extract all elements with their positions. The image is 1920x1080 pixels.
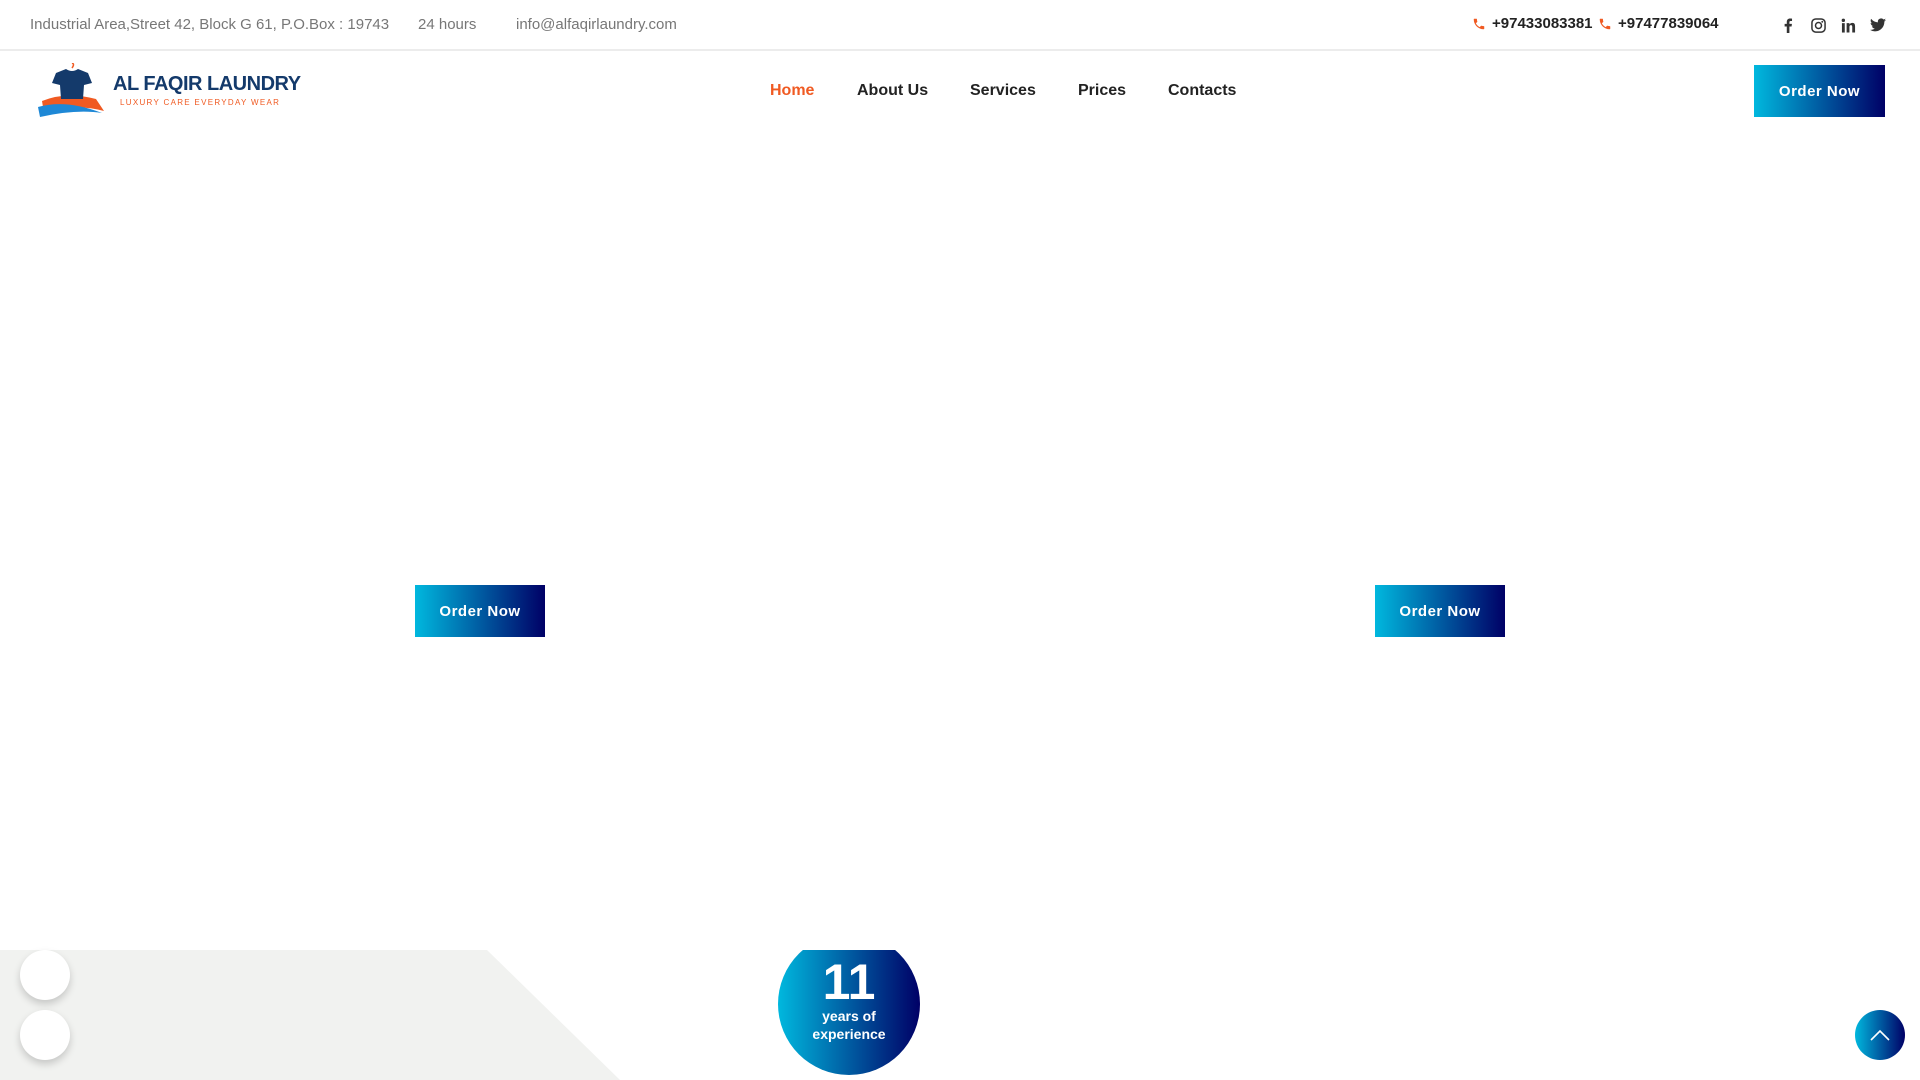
site-logo[interactable]: AL FAQIR LAUNDRY LUXURY CARE EVERYDAY WE… [36,63,301,117]
linkedin-icon[interactable] [1839,16,1857,34]
experience-badge: 11 years of experience [770,950,930,1080]
phone-number: +97433083381 [1492,15,1593,32]
header-order-now-button[interactable]: Order Now [1754,65,1885,117]
scroll-to-top-button[interactable] [1855,1010,1905,1060]
floating-action-button-2[interactable] [20,1010,70,1060]
phone-number: +97477839064 [1618,15,1719,32]
nav-about-us[interactable]: About Us [857,82,928,100]
instagram-icon[interactable] [1809,16,1827,34]
hours-text: 24 hours [418,16,477,33]
nav-services[interactable]: Services [970,82,1036,100]
phone-icon [1599,18,1611,29]
chevron-up-icon [1870,1029,1890,1041]
laundry-logo-icon [38,63,104,117]
phone-link-2[interactable]: +97477839064 [1598,15,1719,32]
logo-title: AL FAQIR LAUNDRY [113,73,301,95]
top-bar: Industrial Area,Street 42, Block G 61, P… [0,0,1920,51]
experience-number: 11 [822,954,876,1010]
nav-contacts[interactable]: Contacts [1168,82,1236,100]
section-background-shape [0,950,620,1080]
experience-label-1: years of [822,1008,876,1024]
email-link[interactable]: info@alfaqirlaundry.com [516,16,677,33]
hero-order-now-button-2[interactable]: Order Now [1375,585,1505,637]
hero-order-now-button-1[interactable]: Order Now [415,585,545,637]
facebook-icon[interactable] [1779,16,1797,34]
phone-icon [1473,18,1485,29]
logo-tagline: LUXURY CARE EVERYDAY WEAR [120,98,281,107]
nav-prices[interactable]: Prices [1078,82,1126,100]
address-text: Industrial Area,Street 42, Block G 61, P… [30,16,390,33]
experience-label-2: experience [812,1026,886,1042]
nav-home[interactable]: Home [770,82,814,100]
phone-link-1[interactable]: +97433083381 [1472,15,1593,32]
twitter-icon[interactable] [1869,16,1887,34]
floating-action-button-1[interactable] [20,950,70,1000]
